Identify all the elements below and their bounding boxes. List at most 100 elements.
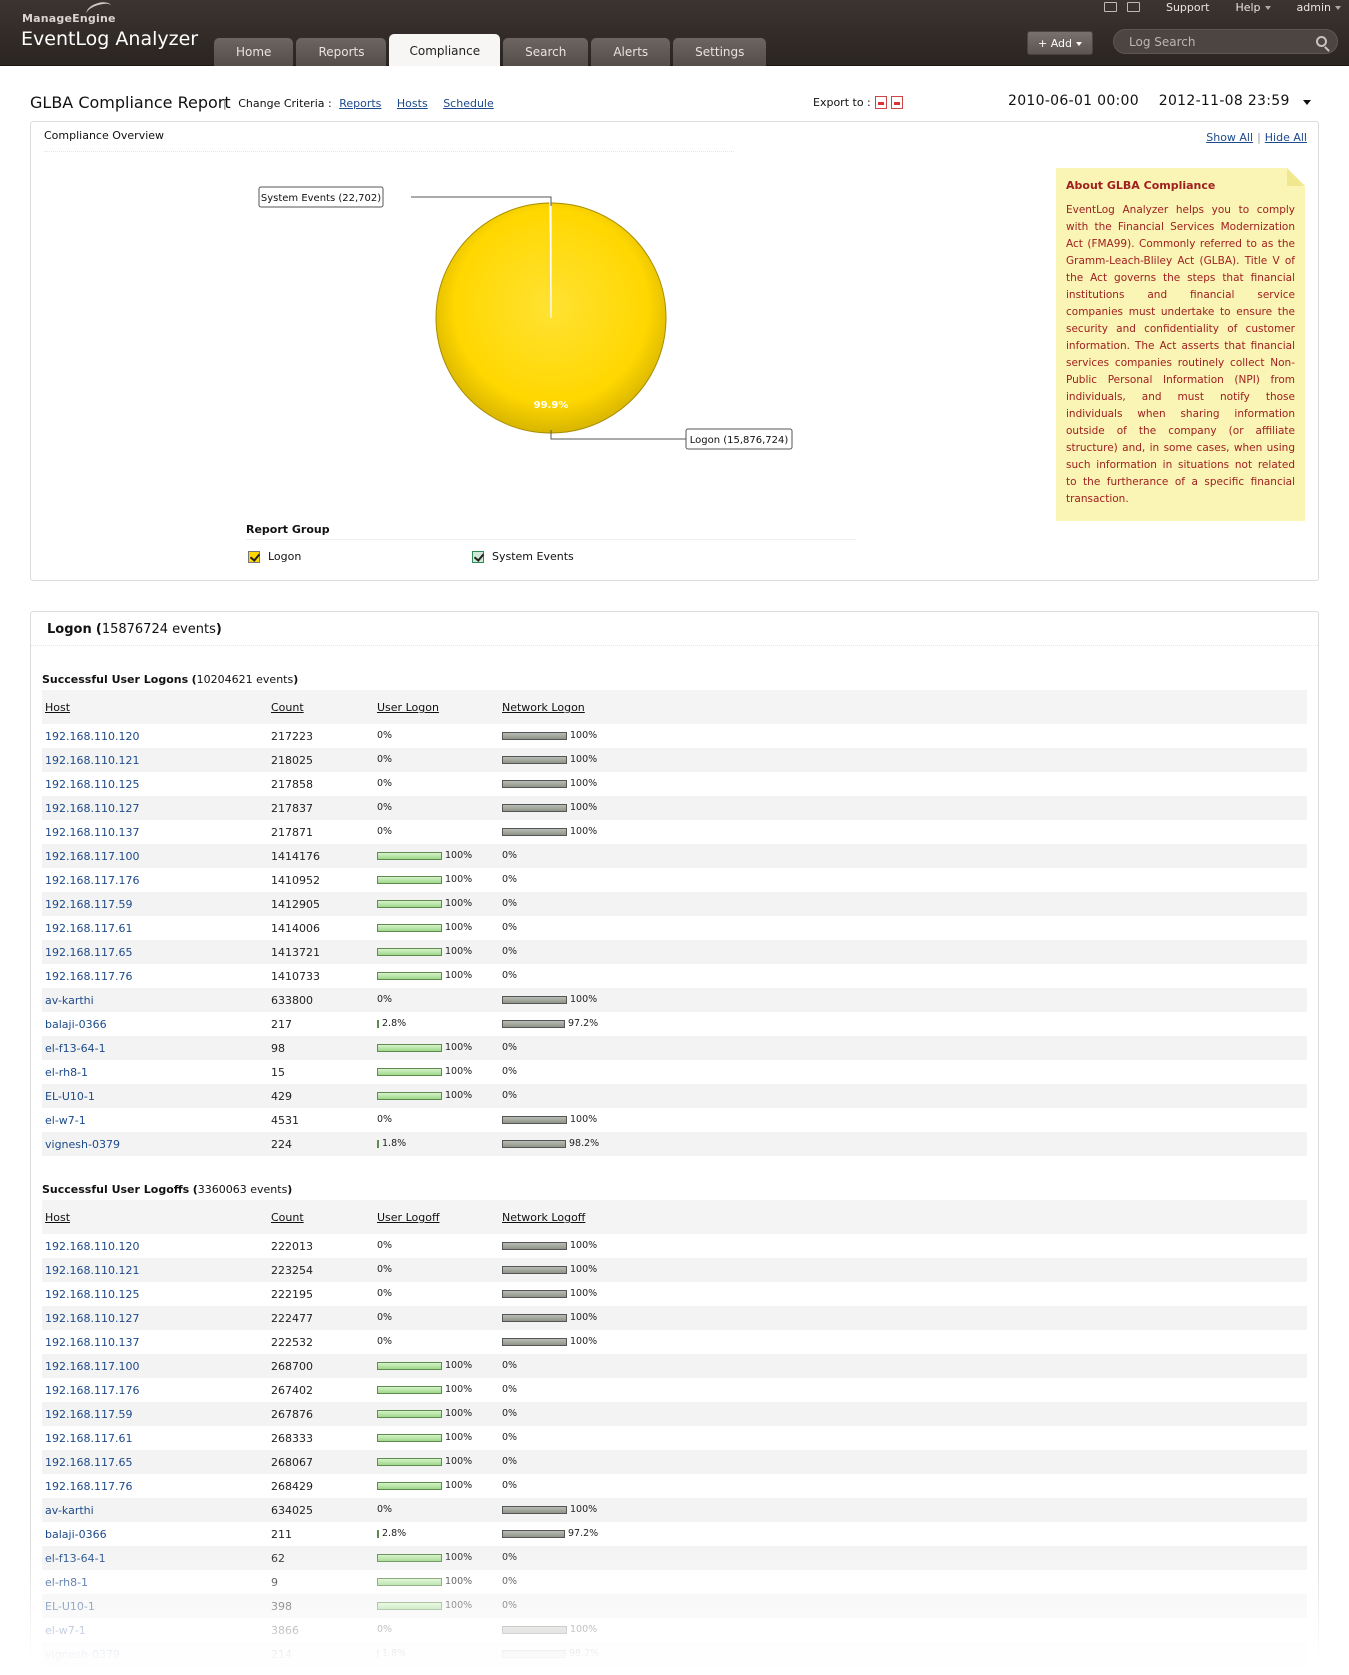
count-value: 217858 xyxy=(271,778,313,791)
network-progress-bar xyxy=(502,1289,567,1298)
col-count[interactable]: Count xyxy=(271,701,304,714)
event-count: 217837 xyxy=(271,802,313,815)
hide-all-link[interactable]: Hide All xyxy=(1265,131,1307,144)
user-share: 100% xyxy=(377,1042,472,1053)
network-percent: 0% xyxy=(502,1066,518,1077)
csv-export-icon[interactable] xyxy=(890,96,903,109)
host-link[interactable]: 192.168.117.65 xyxy=(45,1456,132,1469)
tab-home[interactable]: Home xyxy=(214,38,294,66)
tab-alerts[interactable]: Alerts xyxy=(591,38,671,66)
host-link[interactable]: EL-U10-1 xyxy=(45,1090,95,1103)
host-link[interactable]: 192.168.110.121 xyxy=(45,1264,139,1277)
host-link[interactable]: el-w7-1 xyxy=(45,1624,86,1637)
add-button[interactable]: + Add xyxy=(1027,31,1093,55)
user-menu[interactable]: admin xyxy=(1297,1,1341,14)
host-link[interactable]: 192.168.117.100 xyxy=(45,850,139,863)
pdf-export-icon[interactable] xyxy=(874,96,887,109)
user-share: 100% xyxy=(377,1456,472,1467)
product-logo[interactable]: EventLog Analyzer xyxy=(21,28,198,50)
legend-item-system-events[interactable]: System Events xyxy=(472,550,574,563)
tab-settings[interactable]: Settings xyxy=(673,38,767,66)
host-link[interactable]: el-w7-1 xyxy=(45,1114,86,1127)
col-network-logon[interactable]: Network Logon xyxy=(502,701,585,714)
support-link[interactable]: Support xyxy=(1166,1,1209,14)
user-progress-bar xyxy=(377,1139,379,1148)
network-share: 0% xyxy=(502,922,517,933)
show-all-link[interactable]: Show All xyxy=(1206,131,1253,144)
host-link[interactable]: 192.168.117.59 xyxy=(45,898,132,911)
host-link[interactable]: 192.168.117.176 xyxy=(45,874,139,887)
host-name: vignesh-0379 xyxy=(45,1648,120,1661)
host-link[interactable]: 192.168.117.61 xyxy=(45,1432,132,1445)
host-link[interactable]: 192.168.110.125 xyxy=(45,778,139,791)
count-value: 267876 xyxy=(271,1408,313,1421)
host-link[interactable]: 192.168.117.76 xyxy=(45,970,132,983)
host-link[interactable]: 192.168.110.120 xyxy=(45,1240,139,1253)
host-link[interactable]: 192.168.110.120 xyxy=(45,730,139,743)
user-label: admin xyxy=(1296,0,1331,14)
host-link[interactable]: vignesh-0379 xyxy=(45,1138,120,1151)
logons-table: Host Count User Logon Network Logon 192.… xyxy=(42,690,1307,1156)
host-link[interactable]: EL-U10-1 xyxy=(45,1600,95,1613)
tab-compliance[interactable]: Compliance xyxy=(389,34,501,66)
criteria-schedule-link[interactable]: Schedule xyxy=(443,97,494,110)
network-percent: 100% xyxy=(570,1624,598,1635)
tab-reports[interactable]: Reports xyxy=(296,38,387,66)
host-link[interactable]: av-karthi xyxy=(45,1504,94,1517)
network-percent: 0% xyxy=(502,1360,518,1371)
host-link[interactable]: av-karthi xyxy=(45,994,94,1007)
col-user-logoff[interactable]: User Logoff xyxy=(377,1211,440,1224)
date-range-picker[interactable]: 2010-06-01 00:00 2012-11-08 23:59 xyxy=(1008,93,1305,109)
tab-search[interactable]: Search xyxy=(503,38,589,66)
count-value: 9 xyxy=(271,1576,278,1589)
user-progress-bar xyxy=(377,1481,442,1490)
pie-percent-label: 99.9% xyxy=(534,400,569,411)
search-icon[interactable] xyxy=(1316,36,1327,47)
checkbox-icon[interactable] xyxy=(248,550,260,563)
monitor-icon[interactable] xyxy=(1103,2,1117,12)
help-menu[interactable]: Help xyxy=(1235,0,1271,14)
host-link[interactable]: 192.168.110.137 xyxy=(45,826,139,839)
host-link[interactable]: 192.168.117.59 xyxy=(45,1408,132,1421)
log-search-input[interactable]: Log Search xyxy=(1113,29,1338,54)
checkbox-icon[interactable] xyxy=(472,550,484,563)
host-link[interactable]: 192.168.117.76 xyxy=(45,1480,132,1493)
host-link[interactable]: 192.168.110.137 xyxy=(45,1336,139,1349)
user-share: 0% xyxy=(377,1240,392,1251)
criteria-reports-link[interactable]: Reports xyxy=(339,97,381,110)
help-label: Help xyxy=(1235,0,1261,14)
col-network-logoff[interactable]: Network Logoff xyxy=(502,1211,585,1224)
host-link[interactable]: balaji-0366 xyxy=(45,1528,107,1541)
host-link[interactable]: el-f13-64-1 xyxy=(45,1042,106,1055)
user-progress-bar xyxy=(377,923,442,932)
host-link[interactable]: el-rh8-1 xyxy=(45,1576,88,1589)
date-dropdown-icon[interactable] xyxy=(1303,100,1311,105)
col-host[interactable]: Host xyxy=(45,701,70,714)
col-count[interactable]: Count xyxy=(271,1211,304,1224)
user-percent: 0% xyxy=(377,1114,393,1125)
host-link[interactable]: 192.168.117.100 xyxy=(45,1360,139,1373)
count-value: 429 xyxy=(271,1090,292,1103)
host-link[interactable]: 192.168.110.127 xyxy=(45,1312,139,1325)
host-link[interactable]: 192.168.117.176 xyxy=(45,1384,139,1397)
criteria-hosts-link[interactable]: Hosts xyxy=(397,97,428,110)
host-link[interactable]: 192.168.117.61 xyxy=(45,922,132,935)
change-criteria-label: Change Criteria : xyxy=(238,97,332,110)
host-link[interactable]: 192.168.110.127 xyxy=(45,802,139,815)
host-link[interactable]: balaji-0366 xyxy=(45,1018,107,1031)
about-text: EventLog Analyzer helps you to comply wi… xyxy=(1066,204,1295,505)
count-value: 217871 xyxy=(271,826,313,839)
network-share: 100% xyxy=(502,1264,597,1275)
host-link[interactable]: vignesh-0379 xyxy=(45,1648,120,1661)
host-link[interactable]: 192.168.110.121 xyxy=(45,754,139,767)
user-percent: 1.8% xyxy=(382,1138,407,1149)
col-user-logon[interactable]: User Logon xyxy=(377,701,439,714)
col-host[interactable]: Host xyxy=(45,1211,70,1224)
window-icon[interactable] xyxy=(1126,2,1140,12)
legend-item-logon[interactable]: Logon xyxy=(248,550,301,563)
count-value: 211 xyxy=(271,1528,292,1541)
host-link[interactable]: el-rh8-1 xyxy=(45,1066,88,1079)
host-link[interactable]: 192.168.117.65 xyxy=(45,946,132,959)
host-link[interactable]: el-f13-64-1 xyxy=(45,1552,106,1565)
host-link[interactable]: 192.168.110.125 xyxy=(45,1288,139,1301)
